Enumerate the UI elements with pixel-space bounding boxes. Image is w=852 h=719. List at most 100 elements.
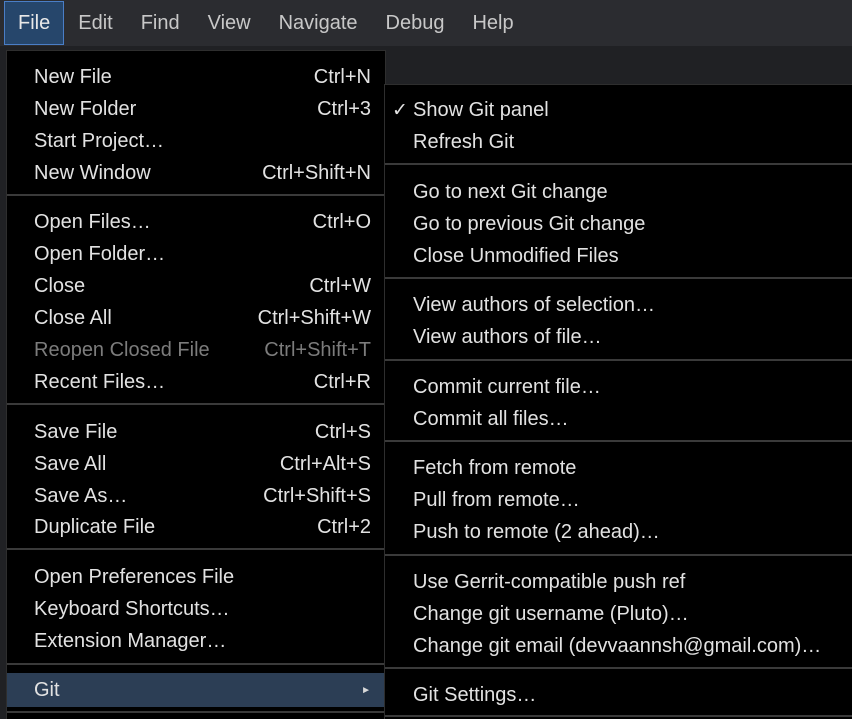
menu-item-open-folder[interactable]: Open Folder… bbox=[7, 238, 385, 270]
menu-help[interactable]: Help bbox=[458, 1, 527, 45]
menu-item-close[interactable]: Close Ctrl+W bbox=[7, 270, 385, 302]
menu-item-label: Open Folder… bbox=[34, 242, 166, 265]
git-item-pull[interactable]: Pull from remote… bbox=[385, 484, 852, 516]
menu-item-label: View authors of selection… bbox=[413, 293, 655, 316]
menu-view[interactable]: View bbox=[194, 1, 265, 45]
menu-item-label: Refresh Git bbox=[413, 130, 515, 153]
menu-separator bbox=[385, 554, 852, 556]
menu-navigate[interactable]: Navigate bbox=[265, 1, 372, 45]
menu-item-label: Save All bbox=[34, 452, 107, 475]
git-item-refresh-git[interactable]: Refresh Git bbox=[385, 126, 852, 158]
checkmark-icon: ✓ bbox=[392, 99, 408, 121]
menu-item-shortcut: Ctrl+O bbox=[312, 210, 371, 233]
menu-item-extension-manager[interactable]: Extension Manager… bbox=[7, 625, 385, 657]
menu-item-recent-files[interactable]: Recent Files… Ctrl+R bbox=[7, 366, 385, 398]
menu-item-label: Pull from remote… bbox=[413, 488, 580, 511]
git-item-gerrit-push-ref[interactable]: Use Gerrit-compatible push ref bbox=[385, 566, 852, 598]
menu-item-shortcut: Ctrl+R bbox=[313, 370, 371, 393]
git-item-authors-file[interactable]: View authors of file… bbox=[385, 321, 852, 353]
menu-item-label: Reopen Closed File bbox=[34, 338, 210, 361]
menu-item-save-as[interactable]: Save As… Ctrl+Shift+S bbox=[7, 480, 385, 512]
submenu-arrow-icon: ► bbox=[361, 684, 371, 696]
menu-item-label: Git bbox=[34, 678, 60, 701]
menu-item-label: Close Unmodified Files bbox=[413, 244, 619, 267]
menu-item-label: Go to previous Git change bbox=[413, 212, 646, 235]
menu-item-label: Duplicate File bbox=[34, 515, 156, 538]
git-item-push[interactable]: Push to remote (2 ahead)… bbox=[385, 516, 852, 548]
git-item-fetch[interactable]: Fetch from remote bbox=[385, 452, 852, 484]
menu-item-save-file[interactable]: Save File Ctrl+S bbox=[7, 416, 385, 448]
menu-item-label: New Folder bbox=[34, 97, 137, 120]
menu-item-shortcut: Ctrl+3 bbox=[317, 97, 371, 120]
menu-item-shortcut: Ctrl+Shift+S bbox=[263, 484, 371, 507]
menu-item-label: Close All bbox=[34, 306, 112, 329]
git-item-authors-selection[interactable]: View authors of selection… bbox=[385, 289, 852, 321]
git-item-previous-change[interactable]: Go to previous Git change bbox=[385, 208, 852, 240]
menu-file[interactable]: File bbox=[4, 1, 65, 45]
git-item-change-username[interactable]: Change git username (Pluto)… bbox=[385, 598, 852, 630]
menu-item-label: Close bbox=[34, 274, 86, 297]
menu-separator bbox=[385, 440, 852, 442]
menu-item-new-file[interactable]: New File Ctrl+N bbox=[7, 61, 385, 93]
menu-item-new-folder[interactable]: New Folder Ctrl+3 bbox=[7, 93, 385, 125]
menu-separator bbox=[385, 715, 852, 717]
menu-item-shortcut: Ctrl+2 bbox=[317, 515, 371, 538]
menu-item-duplicate-file[interactable]: Duplicate File Ctrl+2 bbox=[7, 511, 385, 543]
menu-item-label: Commit all files… bbox=[413, 407, 569, 430]
menu-item-open-files[interactable]: Open Files… Ctrl+O bbox=[7, 206, 385, 238]
git-item-change-email[interactable]: Change git email (devvaannsh@gmail.com)… bbox=[385, 630, 852, 662]
menu-item-label: Use Gerrit-compatible push ref bbox=[413, 570, 686, 593]
menu-separator bbox=[7, 548, 385, 550]
menu-item-label: Recent Files… bbox=[34, 370, 166, 393]
menu-item-shortcut: Ctrl+N bbox=[313, 65, 371, 88]
menu-item-label: Show Git panel bbox=[413, 98, 549, 121]
menu-separator bbox=[7, 711, 385, 713]
menu-debug[interactable]: Debug bbox=[372, 1, 459, 45]
menu-item-new-window[interactable]: New Window Ctrl+Shift+N bbox=[7, 157, 385, 189]
menu-item-label: Commit current file… bbox=[413, 375, 601, 398]
menu-item-close-all[interactable]: Close All Ctrl+Shift+W bbox=[7, 302, 385, 334]
menu-item-shortcut: Ctrl+W bbox=[309, 274, 371, 297]
menu-item-open-preferences-file[interactable]: Open Preferences File bbox=[7, 561, 385, 593]
git-item-close-unmodified[interactable]: Close Unmodified Files bbox=[385, 240, 852, 272]
menu-item-shortcut: Ctrl+Shift+T bbox=[264, 338, 371, 361]
menu-edit[interactable]: Edit bbox=[64, 1, 126, 45]
menu-item-label: New Window bbox=[34, 161, 151, 184]
menu-item-keyboard-shortcuts[interactable]: Keyboard Shortcuts… bbox=[7, 593, 385, 625]
menu-item-start-project[interactable]: Start Project… bbox=[7, 125, 385, 157]
menu-item-label: Git Settings… bbox=[413, 683, 537, 706]
menu-separator bbox=[385, 667, 852, 669]
menu-find[interactable]: Find bbox=[127, 1, 194, 45]
menu-item-reopen-closed-file: Reopen Closed File Ctrl+Shift+T bbox=[7, 334, 385, 366]
menu-item-label: Change git email (devvaannsh@gmail.com)… bbox=[413, 634, 822, 657]
git-item-settings[interactable]: Git Settings… bbox=[385, 679, 852, 711]
git-item-commit-current[interactable]: Commit current file… bbox=[385, 371, 852, 403]
menu-item-label: New File bbox=[34, 65, 112, 88]
git-item-commit-all[interactable]: Commit all files… bbox=[385, 403, 852, 435]
menubar: File Edit Find View Navigate Debug Help bbox=[0, 0, 852, 46]
menu-item-save-all[interactable]: Save All Ctrl+Alt+S bbox=[7, 448, 385, 480]
menu-item-label: Keyboard Shortcuts… bbox=[34, 597, 230, 620]
git-item-show-git-panel[interactable]: ✓ Show Git panel bbox=[385, 94, 852, 126]
menu-separator bbox=[385, 277, 852, 279]
menu-item-label: Open Preferences File bbox=[34, 565, 235, 588]
file-menu-dropdown: New File Ctrl+N New Folder Ctrl+3 Start … bbox=[6, 50, 386, 719]
git-submenu: ✓ Show Git panel Refresh Git Go to next … bbox=[384, 84, 852, 719]
menu-separator bbox=[7, 403, 385, 405]
menu-item-label: Open Files… bbox=[34, 210, 151, 233]
menu-separator bbox=[385, 163, 852, 165]
menu-item-label: Fetch from remote bbox=[413, 456, 577, 479]
menu-item-label: Start Project… bbox=[34, 129, 165, 152]
menu-item-label: Change git username (Pluto)… bbox=[413, 602, 689, 625]
menu-item-label: Go to next Git change bbox=[413, 180, 608, 203]
menu-separator bbox=[385, 359, 852, 361]
menu-item-shortcut: Ctrl+Shift+W bbox=[257, 306, 371, 329]
menu-item-label: Save File bbox=[34, 420, 118, 443]
menu-item-label: Save As… bbox=[34, 484, 128, 507]
menu-item-shortcut: Ctrl+S bbox=[314, 420, 371, 443]
menu-item-label: View authors of file… bbox=[413, 325, 602, 348]
menu-separator bbox=[7, 663, 385, 665]
menu-item-git[interactable]: Git ► bbox=[7, 673, 385, 707]
git-item-next-change[interactable]: Go to next Git change bbox=[385, 176, 852, 208]
menu-item-shortcut: Ctrl+Alt+S bbox=[279, 452, 371, 475]
